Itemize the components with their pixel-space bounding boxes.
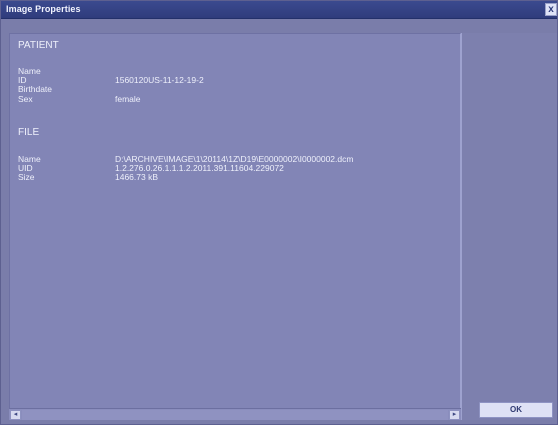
image-properties-window: Image Properties x PATIENT Name ID 15601… bbox=[0, 0, 558, 425]
file-size-label: Size bbox=[18, 172, 35, 182]
file-section-title: FILE bbox=[18, 127, 40, 138]
ok-button[interactable]: OK bbox=[479, 402, 553, 418]
scroll-right-arrow-icon[interactable]: ▸ bbox=[449, 410, 460, 420]
scrollbar-track[interactable] bbox=[22, 410, 448, 420]
properties-panel: PATIENT Name ID 1560120US-11-12-19-2 Bir… bbox=[9, 33, 461, 420]
patient-sex-value: female bbox=[115, 94, 141, 104]
patient-sex-label: Sex bbox=[18, 94, 33, 104]
scroll-left-arrow-icon[interactable]: ◂ bbox=[10, 410, 21, 420]
properties-scroll-area[interactable]: PATIENT Name ID 1560120US-11-12-19-2 Bir… bbox=[14, 38, 456, 400]
close-button[interactable]: x bbox=[545, 3, 557, 16]
window-title: Image Properties bbox=[6, 4, 81, 14]
patient-section-title: PATIENT bbox=[18, 40, 59, 51]
patient-birthdate-label: Birthdate bbox=[18, 84, 53, 94]
button-panel bbox=[461, 33, 557, 420]
file-size-value: 1466.73 kB bbox=[115, 172, 159, 182]
patient-id-value: 1560120US-11-12-19-2 bbox=[115, 75, 204, 85]
title-bar: Image Properties x bbox=[1, 1, 557, 19]
horizontal-scrollbar[interactable]: ◂ ▸ bbox=[9, 408, 461, 420]
